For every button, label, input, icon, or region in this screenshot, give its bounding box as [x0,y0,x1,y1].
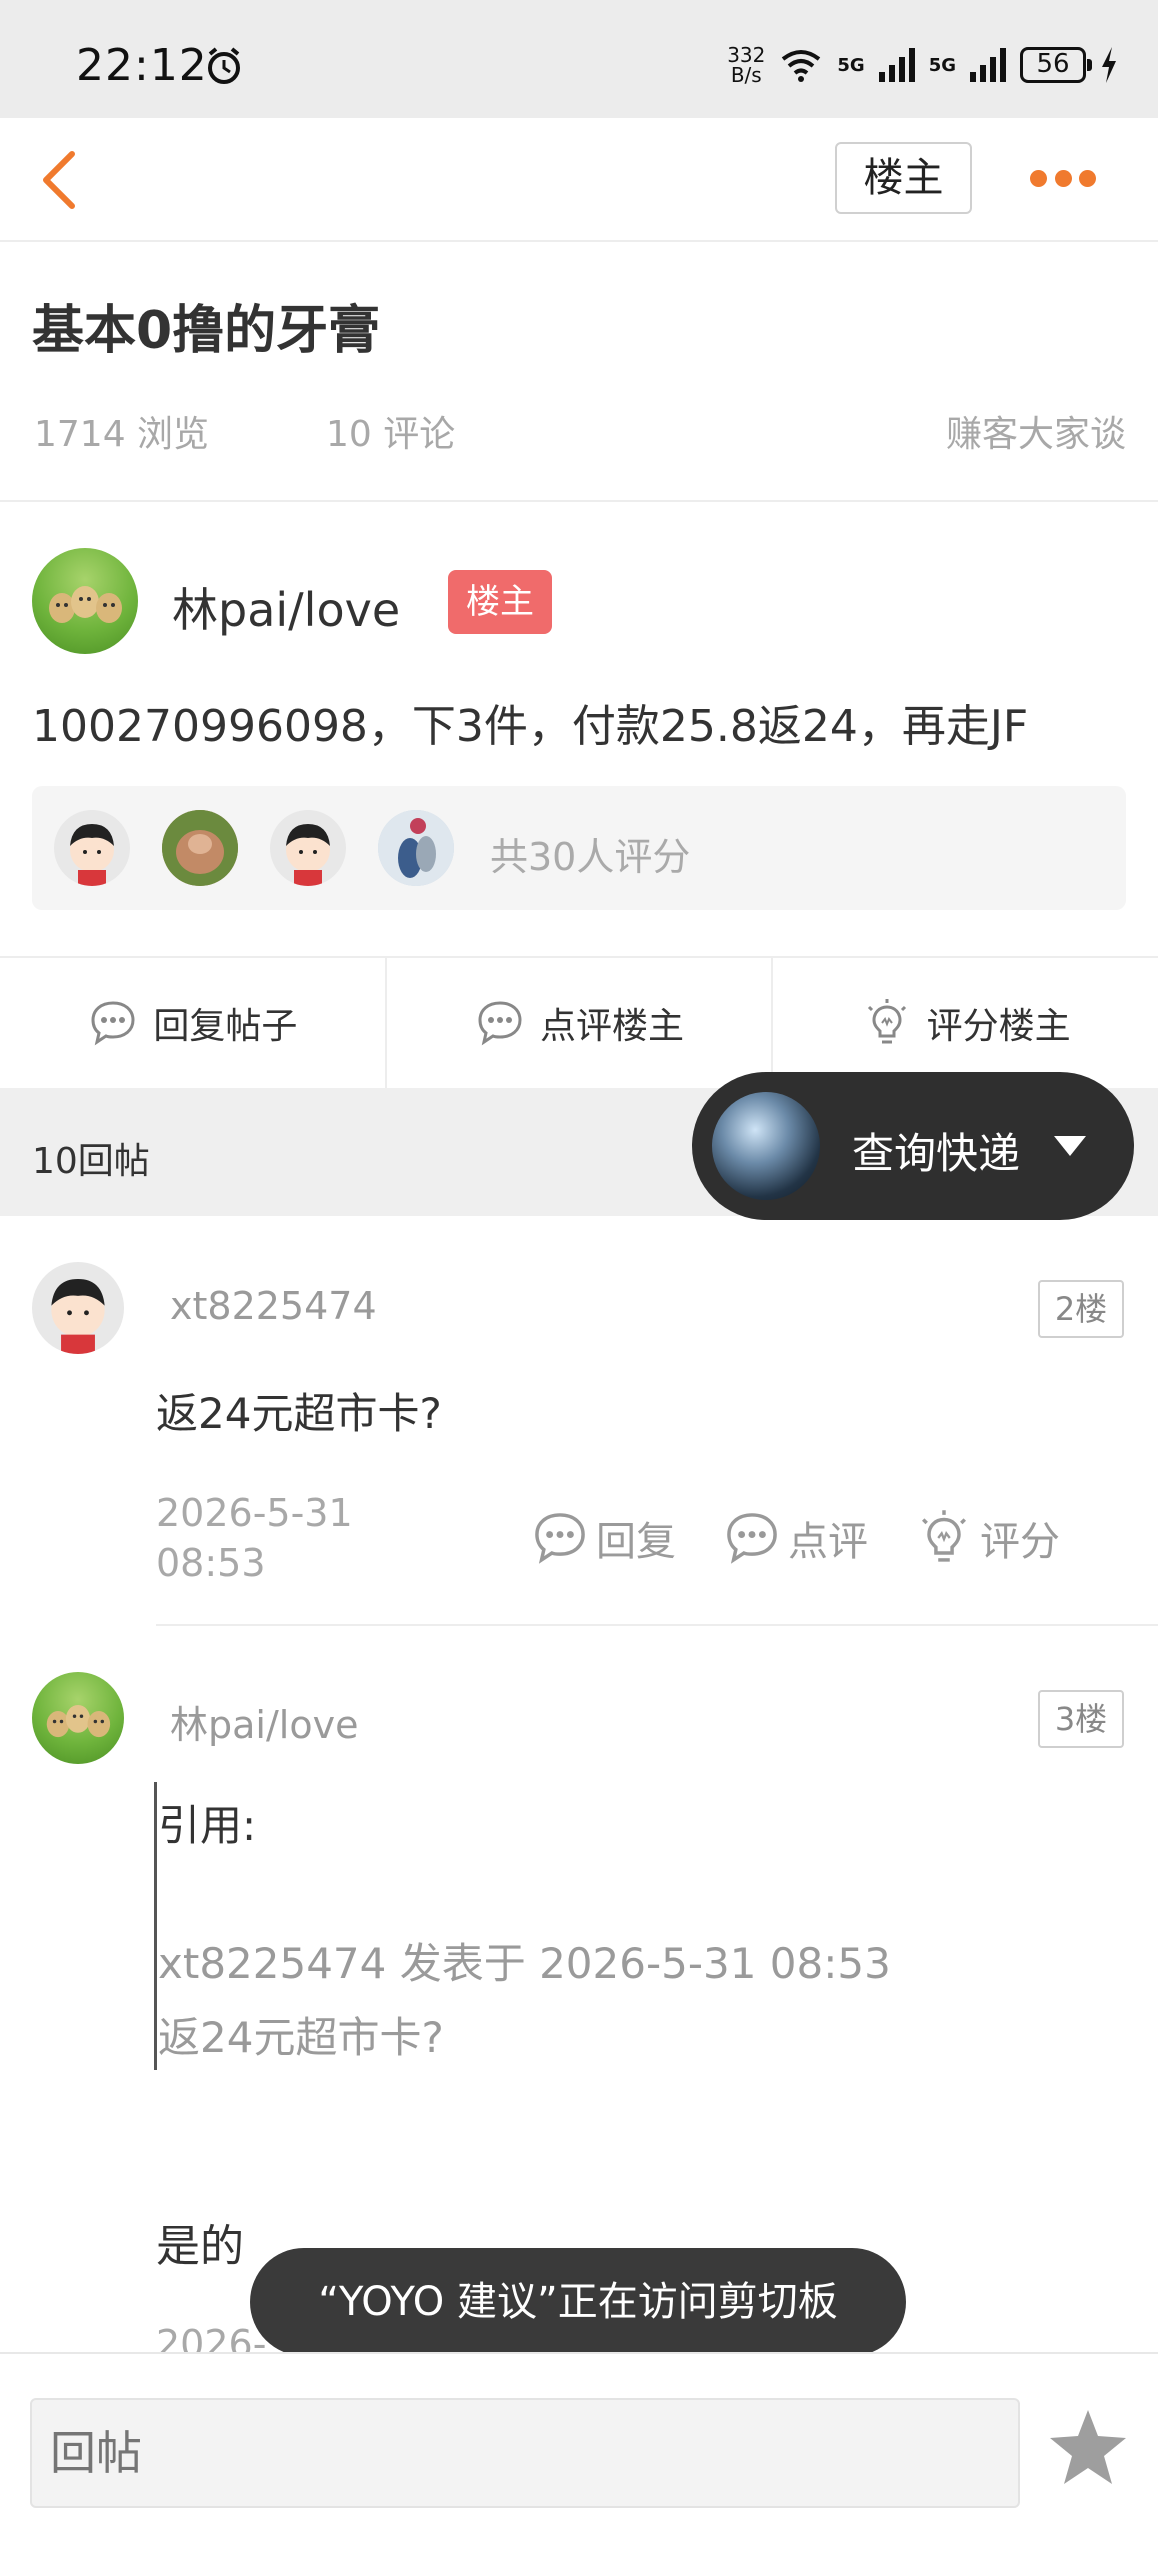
divider [0,500,1158,502]
op-avatar[interactable] [32,548,138,654]
forum-link[interactable]: 赚客大家谈 [946,405,1126,457]
signal-icon [878,48,915,82]
back-arrow-icon[interactable] [36,148,86,212]
rate-op-label: 评分楼主 [926,1006,1071,1047]
reply-avatar[interactable] [32,1262,124,1354]
raters-panel[interactable]: 共30人评分 [32,786,1126,910]
quote-meta: xt8225474 发表于 2026-5-31 08:53 [158,1939,891,1988]
reply-actions: 回复 点评 评分 [530,1508,1060,1568]
comment-count: 10 评论 [326,414,456,455]
chat-bubble-icon [727,1513,777,1564]
reply-text: 是的 [156,2221,244,2272]
network-type-2: 5G [928,54,956,76]
bottom-reply-bar [0,2352,1158,2554]
signal-icon-2 [970,48,1006,82]
nav-bar: 楼主 [0,118,1158,242]
reply-date: 2026-5-31 08:53 [156,1491,353,1585]
op-username[interactable]: 林pai/love [172,574,400,640]
chat-bubble-icon [535,1513,585,1564]
status-icons: 332 B/s 5G 5G 56 [727,40,1118,90]
op-content: 100270996098，下3件，付款25.8返24，再走JF [32,701,1029,752]
network-type-1: 5G [837,54,865,76]
rater-avatar [162,810,238,886]
only-op-button[interactable]: 楼主 [835,142,972,214]
network-speed: 332 B/s [727,43,766,87]
post-title: 基本0撸的牙膏 [32,301,381,361]
reply-username[interactable]: 林pai/love [170,1694,358,1749]
rate-button[interactable]: 评分 [914,1508,1060,1568]
rate-op-button[interactable]: 评分楼主 [773,958,1158,1088]
assistant-orb-icon [712,1092,820,1200]
status-bar: 22:12 332 B/s 5G 5G 56 [0,0,1158,118]
star-icon[interactable] [1046,2406,1130,2490]
chat-bubble-icon [478,1001,522,1046]
reply-button[interactable]: 回复 [530,1508,676,1568]
lightbulb-icon [922,1510,966,1562]
floor-tag: 3楼 [1038,1690,1124,1748]
more-options-icon[interactable] [1030,158,1096,198]
chat-bubble-icon [91,1001,135,1046]
status-time: 22:12 [76,40,208,91]
clipboard-toast: “YOYO 建议”正在访问剪切板 [250,2248,906,2356]
comment-op-button[interactable]: 点评楼主 [387,958,774,1088]
reply-post-label: 回复帖子 [153,1006,298,1047]
quote-bar [154,1782,157,2070]
reply-count: 10回帖 [32,1141,150,1182]
query-express-button[interactable]: 查询快递 [692,1072,1134,1220]
battery-icon: 56 [1020,47,1092,83]
reply-username[interactable]: xt8225474 [170,1284,377,1328]
quote-text: 返24元超市卡? [158,2013,444,2062]
query-express-label: 查询快递 [852,1129,1021,1178]
post-action-bar: 回复帖子 点评楼主 评分楼主 [0,958,1158,1088]
view-count: 1714 浏览 [34,414,210,455]
comment-button[interactable]: 点评 [722,1508,868,1568]
comment-op-label: 点评楼主 [540,1006,685,1047]
reply-text: 返24元超市卡? [156,1389,442,1438]
wifi-icon [782,50,821,82]
caret-down-icon [1054,1136,1086,1156]
reply-avatar[interactable] [32,1672,124,1764]
raters-count: 共30人评分 [490,835,691,879]
op-badge: 楼主 [448,570,552,634]
rater-avatar [270,810,346,886]
floor-tag: 2楼 [1038,1280,1124,1338]
divider [156,1624,1158,1626]
lightbulb-icon [867,999,906,1044]
rater-avatar [378,810,454,886]
quote-label: 引用: [158,1801,257,1850]
charging-icon [1102,47,1116,83]
rater-avatar [54,810,130,886]
alarm-icon [208,47,240,84]
reply-post-button[interactable]: 回复帖子 [0,958,387,1088]
reply-input[interactable] [30,2398,1020,2508]
